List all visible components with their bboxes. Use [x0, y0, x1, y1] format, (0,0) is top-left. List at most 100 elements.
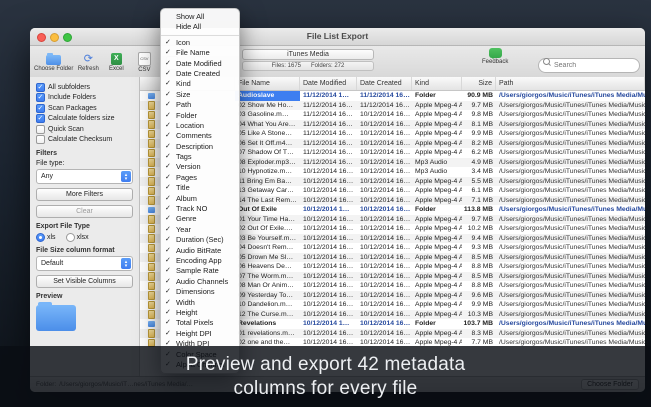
cell-kind: Mp3 Audio	[412, 158, 462, 168]
cell-kind: Folder	[412, 91, 462, 101]
set-visible-columns-button[interactable]: Set Visible Columns	[36, 275, 133, 288]
more-filters-button[interactable]: More Filters	[36, 188, 133, 201]
menu-item-hide-all[interactable]: Hide All	[161, 22, 239, 32]
menu-item-column[interactable]: ✓Version	[161, 162, 239, 172]
menu-item-column[interactable]: ✓Description	[161, 142, 239, 152]
column-header-date-created[interactable]: Date Created	[357, 77, 412, 90]
menu-item-label: Audio Channels	[176, 277, 228, 286]
xlsx-radio[interactable]: xlsx	[66, 233, 89, 242]
export-file-type-label: Export File Type	[36, 223, 133, 230]
checkbox-checked[interactable]	[36, 104, 45, 113]
scan-option[interactable]: Scan Packages	[36, 103, 133, 114]
cell-name: 07 The Worm.m…	[235, 272, 300, 282]
scan-option[interactable]: Include Folders	[36, 93, 133, 104]
menu-item-column[interactable]: ✓Date Modified	[161, 59, 239, 69]
file-icon	[148, 187, 155, 196]
column-header-path[interactable]: Path	[496, 77, 645, 90]
menu-item-column[interactable]: ✓Year	[161, 225, 239, 235]
menu-item-column[interactable]: ✓Duration (Sec)	[161, 235, 239, 245]
column-header-size[interactable]: Size	[462, 77, 496, 90]
sidebar: All subfoldersInclude FoldersScan Packag…	[30, 77, 140, 376]
file-type-select[interactable]: Any	[36, 169, 133, 184]
menu-item-column[interactable]: ✓Tags	[161, 152, 239, 162]
checkbox-checked[interactable]	[36, 83, 45, 92]
cell-kind: Apple Mpeg-4 A…	[412, 101, 462, 111]
menu-item-column[interactable]: ✓Audio Channels	[161, 277, 239, 287]
xls-radio[interactable]: xls	[36, 233, 56, 242]
close-window-button[interactable]	[37, 33, 46, 42]
minimize-window-button[interactable]	[50, 33, 59, 42]
column-header-file-name[interactable]: File Name	[235, 77, 300, 90]
file-icon	[148, 301, 155, 310]
cell-dm: 10/12/2014 16…	[300, 300, 357, 310]
cell-dc: 10/12/2014 16…	[357, 139, 412, 149]
menu-item-label: Description	[176, 142, 213, 151]
cell-path: /Users/giorgos/Music/iTunes/iTunes Media…	[496, 319, 645, 329]
menu-item-column[interactable]: ✓Icon	[161, 38, 239, 48]
file-size-format-select[interactable]: Default	[36, 256, 133, 271]
column-menu-items: ✓Icon✓File Name✓Date Modified✓Date Creat…	[161, 38, 239, 371]
menu-item-column[interactable]: ✓Location	[161, 121, 239, 131]
cell-size: 8.1 MB	[462, 120, 496, 130]
cell-name: 08 Exploder.mp3…	[235, 158, 300, 168]
menu-item-column[interactable]: ✓Album	[161, 194, 239, 204]
cell-dm: 10/12/2014 1…	[300, 205, 357, 215]
scan-option-label: Calculate Checksum	[48, 136, 112, 143]
checkbox-unchecked[interactable]	[36, 125, 45, 134]
cell-name: 10 Dandelion.m…	[235, 300, 300, 310]
search-input[interactable]	[538, 58, 640, 73]
excel-export-button[interactable]: Excel	[103, 48, 129, 76]
clear-button[interactable]: Clear	[36, 205, 133, 218]
column-header-kind[interactable]: Kind	[412, 77, 462, 90]
menu-item-label: File Name	[176, 48, 210, 57]
checkbox-checked[interactable]	[36, 93, 45, 102]
cell-name: 08 Man Or Anim…	[235, 281, 300, 291]
menu-item-column[interactable]: ✓Dimensions	[161, 287, 239, 297]
menu-item-column[interactable]: ✓Genre	[161, 214, 239, 224]
column-header-date-modified[interactable]: Date Modified	[300, 77, 357, 90]
menu-item-column[interactable]: ✓Audio BitRate	[161, 246, 239, 256]
zoom-window-button[interactable]	[63, 33, 72, 42]
menu-item-column[interactable]: ✓Kind	[161, 79, 239, 89]
scan-option[interactable]: Calculate Checksum	[36, 135, 133, 146]
menu-item-column[interactable]: ✓Height	[161, 308, 239, 318]
cell-path: /Users/giorgos/Music/iTunes/iTunes Media…	[496, 101, 645, 111]
cell-kind: Apple Mpeg-4 A…	[412, 300, 462, 310]
csv-export-button[interactable]: CSV	[131, 48, 157, 76]
scan-option[interactable]: Quick Scan	[36, 124, 133, 135]
menu-item-column[interactable]: ✓Sample Rate	[161, 266, 239, 276]
menu-item-column[interactable]: ✓Title	[161, 183, 239, 193]
checkmark-icon: ✓	[165, 79, 171, 89]
menu-item-column[interactable]: ✓Width	[161, 298, 239, 308]
menu-item-column[interactable]: ✓Size	[161, 90, 239, 100]
title-bar[interactable]: File List Export	[30, 28, 645, 46]
menu-item-label: Date Modified	[176, 59, 222, 68]
cell-path: /Users/giorgos/Music/iTunes/iTunes Media…	[496, 91, 645, 101]
cell-name: 07 Shadow Of T…	[235, 148, 300, 158]
scan-option[interactable]: Calculate folders size	[36, 114, 133, 125]
refresh-button[interactable]: Refresh	[75, 48, 101, 76]
menu-item-column[interactable]: ✓Folder	[161, 111, 239, 121]
checkmark-icon: ✓	[165, 173, 171, 183]
menu-item-label: Encoding App	[176, 256, 222, 265]
checkbox-unchecked[interactable]	[36, 135, 45, 144]
checkbox-checked[interactable]	[36, 114, 45, 123]
menu-item-column[interactable]: ✓Date Created	[161, 69, 239, 79]
menu-item-column[interactable]: ✓Comments	[161, 131, 239, 141]
menu-item-column[interactable]: ✓Track NO	[161, 204, 239, 214]
menu-item-column[interactable]: ✓Path	[161, 100, 239, 110]
scan-option[interactable]: All subfolders	[36, 82, 133, 93]
choose-folder-button[interactable]: Choose Folder	[34, 48, 73, 76]
menu-item-column[interactable]: ✓File Name	[161, 48, 239, 58]
menu-item-column[interactable]: ✓Encoding App	[161, 256, 239, 266]
file-icon	[148, 263, 155, 272]
cell-size: 9.7 MB	[462, 101, 496, 111]
menu-item-show-all[interactable]: Show All	[161, 12, 239, 22]
menu-item-column[interactable]: ✓Height DPI	[161, 329, 239, 339]
cell-kind: Folder	[412, 205, 462, 215]
menu-item-column[interactable]: ✓Total Pixels	[161, 318, 239, 328]
desktop: File List Export Choose Folder Refresh E…	[0, 0, 651, 407]
menu-item-column[interactable]: ✓Pages	[161, 173, 239, 183]
feedback-button[interactable]: Feedback	[482, 48, 508, 65]
cell-dm: 11/12/2014 16…	[300, 158, 357, 168]
